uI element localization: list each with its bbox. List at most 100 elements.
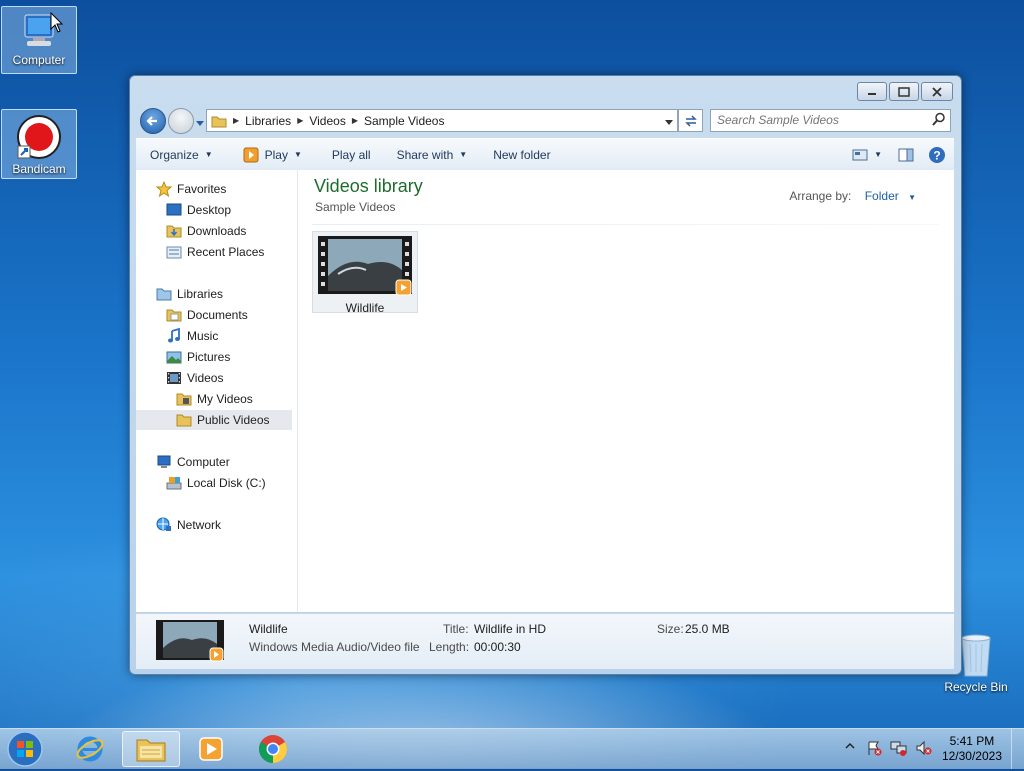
desktop-icon: [166, 203, 182, 216]
internet-explorer-icon: [76, 736, 104, 762]
share-with-label: Share with: [396, 147, 454, 162]
taskbar-internet-explorer[interactable]: [61, 731, 119, 767]
star-icon: [156, 181, 172, 197]
nav-label: Desktop: [187, 203, 232, 217]
nav-pictures[interactable]: Pictures: [136, 347, 292, 367]
network-icon: [156, 517, 171, 531]
play-icon: [243, 147, 259, 162]
chrome-icon: [259, 735, 287, 763]
address-bar[interactable]: ▶ Libraries ▶ Videos ▶ Sample Videos: [206, 109, 678, 132]
arrow-left-icon: [146, 116, 157, 126]
nav-label: Local Disk (C:): [187, 476, 266, 490]
desktop-icon-label: Recycle Bin: [944, 680, 1008, 694]
taskbar-windows-explorer[interactable]: [122, 731, 180, 767]
details-size-label: Size:: [657, 622, 684, 636]
breadcrumb-sample-videos[interactable]: Sample Videos: [364, 114, 445, 128]
maximize-button[interactable]: [889, 82, 919, 101]
clock-date: 12/30/2023: [941, 749, 1002, 763]
nav-documents[interactable]: Documents: [136, 305, 292, 325]
clock-time: 5:41 PM: [949, 734, 995, 748]
arrange-by-dropdown[interactable]: Folder ▼: [865, 189, 916, 203]
video-thumbnail-icon: [318, 236, 412, 296]
details-thumbnail-icon: [156, 620, 224, 662]
volume-muted-icon[interactable]: [915, 740, 933, 756]
view-icon: [852, 149, 868, 160]
search-icon[interactable]: [932, 112, 946, 126]
explorer-window[interactable]: ▶ Libraries ▶ Videos ▶ Sample Videos Org…: [129, 75, 962, 675]
search-box[interactable]: [710, 109, 951, 132]
recent-pages-dropdown[interactable]: [196, 116, 204, 130]
nav-network[interactable]: Network: [136, 515, 292, 535]
preview-pane-icon: [898, 148, 914, 161]
taskbar-media-player[interactable]: [182, 731, 240, 767]
system-clock[interactable]: 5:41 PM 12/30/2023: [942, 734, 1002, 764]
nav-favorites[interactable]: Favorites: [136, 179, 292, 199]
show-hidden-icons-icon[interactable]: [845, 741, 855, 751]
details-pane: Wildlife Windows Media Audio/Video file …: [136, 613, 954, 669]
start-button[interactable]: [5, 730, 45, 768]
share-with-button[interactable]: Share with ▼: [387, 139, 478, 170]
nav-downloads[interactable]: Downloads: [136, 221, 292, 241]
nav-label: Recent Places: [187, 245, 265, 259]
nav-label: Pictures: [187, 350, 231, 364]
nav-label: Libraries: [177, 287, 224, 301]
details-title-value[interactable]: Wildlife in HD: [474, 622, 546, 636]
file-item[interactable]: Wildlife: [312, 231, 418, 315]
file-name: Wildlife: [345, 301, 385, 315]
play-button[interactable]: Play ▼: [233, 139, 312, 170]
close-button[interactable]: [921, 82, 953, 101]
play-all-button[interactable]: Play all: [322, 139, 381, 170]
preview-pane-button[interactable]: [890, 139, 922, 170]
arrange-by: Arrange by: Folder ▼: [789, 189, 916, 203]
nav-label: Documents: [187, 308, 248, 322]
address-row: ▶ Libraries ▶ Videos ▶ Sample Videos: [138, 107, 953, 134]
nav-label: Network: [177, 518, 222, 532]
search-input[interactable]: [711, 110, 927, 129]
nav-my-videos[interactable]: My Videos: [136, 389, 292, 409]
nav-desktop[interactable]: Desktop: [136, 200, 292, 220]
folder-icon: [176, 414, 192, 427]
libraries-icon: [156, 288, 172, 301]
breadcrumb-videos[interactable]: Videos: [309, 114, 345, 128]
show-desktop-button[interactable]: [1011, 729, 1024, 769]
forward-button[interactable]: [168, 108, 194, 134]
desktop-icon-bandicam[interactable]: Bandicam: [1, 109, 77, 179]
command-bar: Organize ▼ Play ▼ Play all Share with ▼ …: [136, 138, 954, 171]
address-dropdown-icon[interactable]: [665, 115, 673, 129]
hard-drive-icon: [166, 477, 182, 490]
nav-label: Videos: [187, 371, 224, 385]
nav-libraries[interactable]: Libraries: [136, 284, 292, 304]
nav-local-disk[interactable]: Local Disk (C:): [136, 473, 292, 493]
nav-public-videos[interactable]: Public Videos: [136, 410, 292, 430]
nav-label: Computer: [177, 455, 230, 469]
library-subtitle: Sample Videos: [315, 200, 396, 214]
refresh-button[interactable]: [678, 109, 703, 132]
nav-label: Public Videos: [197, 413, 270, 427]
breadcrumb-libraries[interactable]: Libraries: [245, 114, 291, 128]
refresh-icon: [684, 114, 697, 127]
taskbar-chrome[interactable]: [244, 731, 302, 767]
details-length-label: Length:: [429, 640, 470, 654]
minimize-button[interactable]: [857, 82, 887, 101]
new-folder-button[interactable]: New folder: [483, 139, 560, 170]
videos-icon: [167, 372, 181, 384]
desktop-icon-computer[interactable]: Computer: [1, 6, 77, 74]
view-options-button[interactable]: ▼: [844, 139, 890, 170]
action-center-flag-icon[interactable]: [866, 740, 882, 756]
details-file-type: Windows Media Audio/Video file: [249, 640, 420, 654]
organize-button[interactable]: Organize ▼: [136, 139, 223, 170]
play-label: Play: [264, 147, 288, 162]
music-icon: [168, 328, 180, 343]
help-button[interactable]: ?: [922, 139, 954, 170]
nav-label: Favorites: [177, 182, 227, 196]
navigation-pane: Favorites Desktop Downloads Recent Place…: [136, 170, 298, 612]
details-file-name: Wildlife: [249, 622, 288, 636]
nav-music[interactable]: Music: [136, 326, 292, 346]
back-button[interactable]: [140, 108, 166, 134]
network-status-icon[interactable]: [890, 740, 908, 756]
nav-computer[interactable]: Computer: [136, 452, 292, 472]
nav-recent-places[interactable]: Recent Places: [136, 242, 292, 262]
nav-videos[interactable]: Videos: [136, 368, 292, 388]
breadcrumb-arrow-icon: ▶: [233, 116, 240, 125]
caption-buttons: [857, 82, 953, 101]
